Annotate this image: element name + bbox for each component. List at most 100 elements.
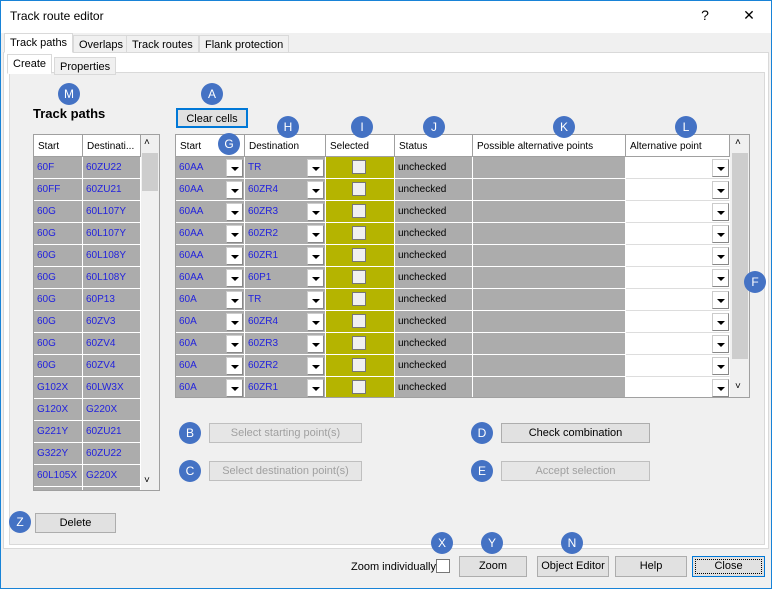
scroll-down-icon[interactable]: ˅ <box>144 475 150 486</box>
selected-checkbox[interactable] <box>352 358 366 372</box>
destination-cell[interactable]: G220X <box>83 465 141 487</box>
selected-checkbox[interactable] <box>352 160 366 174</box>
start-cell[interactable]: G221Y <box>34 421 83 443</box>
tab-track-routes[interactable]: Track routes <box>126 35 199 53</box>
start-dropdown[interactable] <box>226 357 243 375</box>
destination-cell[interactable]: 60ZU22 <box>83 157 141 179</box>
scrollbar-thumb[interactable] <box>732 153 748 359</box>
destination-cell[interactable]: 60LW3X <box>83 377 141 399</box>
tab-properties[interactable]: Properties <box>54 57 117 75</box>
destination-dropdown[interactable] <box>307 159 324 177</box>
object-editor-button[interactable]: Object Editor <box>537 556 609 577</box>
column-header[interactable]: Status <box>395 135 473 157</box>
alternative-point-dropdown[interactable] <box>712 379 729 397</box>
destination-cell[interactable]: 60ZU22 <box>83 443 141 465</box>
start-cell[interactable]: 60FF <box>34 179 83 201</box>
alternative-point-dropdown[interactable] <box>712 269 729 287</box>
destination-dropdown[interactable] <box>307 247 324 265</box>
destination-dropdown[interactable] <box>307 225 324 243</box>
start-dropdown[interactable] <box>226 225 243 243</box>
destination-cell[interactable]: 60ZV3 <box>83 311 141 333</box>
start-dropdown[interactable] <box>226 181 243 199</box>
destination-cell[interactable]: 60P13 <box>83 289 141 311</box>
start-cell[interactable]: G120X <box>34 399 83 421</box>
column-header[interactable]: Start <box>34 135 83 157</box>
destination-cell[interactable]: 60L107Y <box>83 223 141 245</box>
start-cell[interactable]: 60G <box>34 267 83 289</box>
start-cell[interactable]: 60L105X <box>34 465 83 487</box>
close-button[interactable]: Close <box>692 556 765 577</box>
alternative-point-dropdown[interactable] <box>712 247 729 265</box>
start-cell[interactable]: 60F <box>34 157 83 179</box>
destination-dropdown[interactable] <box>307 203 324 221</box>
selected-checkbox[interactable] <box>352 226 366 240</box>
alternative-point-dropdown[interactable] <box>712 225 729 243</box>
zoom-button[interactable]: Zoom <box>459 556 527 577</box>
destination-dropdown[interactable] <box>307 335 324 353</box>
start-dropdown[interactable] <box>226 159 243 177</box>
start-cell[interactable]: 60G <box>34 223 83 245</box>
selected-checkbox[interactable] <box>352 292 366 306</box>
start-dropdown[interactable] <box>226 379 243 397</box>
start-cell[interactable]: 60G <box>34 201 83 223</box>
track-path-grid[interactable]: Start Destination Selected Status Possible a… <box>175 134 750 398</box>
destination-cell[interactable]: G220X <box>83 399 141 421</box>
alternative-point-dropdown[interactable] <box>712 291 729 309</box>
start-cell[interactable]: G102X <box>34 377 83 399</box>
start-cell[interactable]: 60G <box>34 355 83 377</box>
start-dropdown[interactable] <box>226 335 243 353</box>
scroll-up-icon[interactable]: ˄ <box>735 137 741 148</box>
tab-create[interactable]: Create <box>7 54 53 74</box>
start-dropdown[interactable] <box>226 291 243 309</box>
column-header[interactable]: Destinati... <box>83 135 141 157</box>
destination-cell[interactable]: 60L108Y <box>83 267 141 289</box>
zoom-individually-checkbox[interactable] <box>436 559 450 573</box>
tab-track-paths[interactable]: Track paths <box>4 33 74 53</box>
select-starting-points-button[interactable]: Select starting point(s) <box>209 423 362 443</box>
destination-dropdown[interactable] <box>307 181 324 199</box>
alternative-point-dropdown[interactable] <box>712 181 729 199</box>
destination-cell[interactable]: 60ZV4 <box>83 355 141 377</box>
start-cell[interactable]: 60L105X <box>34 487 83 490</box>
clear-cells-button[interactable]: Clear cells <box>176 108 248 128</box>
destination-cell[interactable]: 60ZU21 <box>83 421 141 443</box>
selected-checkbox[interactable] <box>352 380 366 394</box>
tab-overlaps[interactable]: Overlaps <box>73 35 130 53</box>
destination-dropdown[interactable] <box>307 357 324 375</box>
destination-cell[interactable]: 60L107Y <box>83 201 141 223</box>
selected-checkbox[interactable] <box>352 248 366 262</box>
start-cell[interactable]: 60G <box>34 289 83 311</box>
alternative-point-dropdown[interactable] <box>712 313 729 331</box>
destination-dropdown[interactable] <box>307 379 324 397</box>
selected-checkbox[interactable] <box>352 182 366 196</box>
destination-dropdown[interactable] <box>307 269 324 287</box>
destination-cell[interactable]: 60L123X <box>83 487 141 490</box>
scroll-up-icon[interactable]: ˄ <box>144 137 150 148</box>
delete-button[interactable]: Delete <box>35 513 116 533</box>
select-destination-points-button[interactable]: Select destination point(s) <box>209 461 362 481</box>
start-dropdown[interactable] <box>226 203 243 221</box>
start-dropdown[interactable] <box>226 313 243 331</box>
help-title-button[interactable]: ? <box>695 7 715 23</box>
destination-cell[interactable]: 60ZV4 <box>83 333 141 355</box>
accept-selection-button[interactable]: Accept selection <box>501 461 650 481</box>
close-icon[interactable]: ✕ <box>739 7 759 24</box>
column-header[interactable]: Alternative point <box>626 135 730 157</box>
selected-checkbox[interactable] <box>352 336 366 350</box>
alternative-point-dropdown[interactable] <box>712 335 729 353</box>
selected-checkbox[interactable] <box>352 270 366 284</box>
start-cell[interactable]: G322Y <box>34 443 83 465</box>
column-header[interactable]: Possible alternative points <box>473 135 626 157</box>
track-paths-table[interactable]: Start Destinati... 60F 60ZU22 60FF 60ZU21 60G 6… <box>33 134 160 491</box>
help-button[interactable]: Help <box>615 556 687 577</box>
destination-cell[interactable]: 60ZU21 <box>83 179 141 201</box>
column-header[interactable]: Destination <box>245 135 326 157</box>
check-combination-button[interactable]: Check combination <box>501 423 650 443</box>
destination-dropdown[interactable] <box>307 291 324 309</box>
start-cell[interactable]: 60G <box>34 311 83 333</box>
scroll-down-icon[interactable]: ˅ <box>735 381 741 392</box>
destination-cell[interactable]: 60L108Y <box>83 245 141 267</box>
alternative-point-dropdown[interactable] <box>712 357 729 375</box>
selected-checkbox[interactable] <box>352 204 366 218</box>
start-cell[interactable]: 60G <box>34 333 83 355</box>
